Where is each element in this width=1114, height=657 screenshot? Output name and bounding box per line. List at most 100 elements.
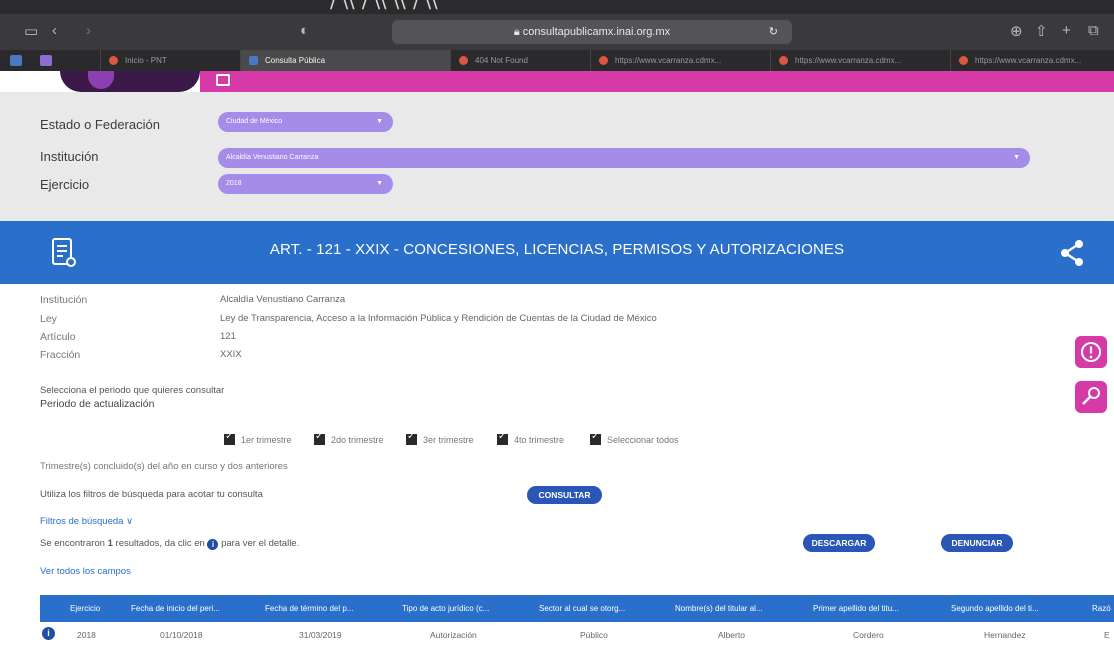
alert-icon [1081,342,1101,362]
cell-razon: E [1104,630,1110,640]
new-tab-icon[interactable]: + [1062,22,1071,39]
info-institucion-label: Institución [40,294,88,306]
lock-icon: 🔒︎ [513,26,523,38]
site-header-band [200,71,1114,92]
window-top-text: / \\ / \\ \\ / \\ [330,0,439,12]
column-header[interactable]: Tipo de acto jurídico (c... [402,595,530,622]
mail-icon[interactable] [40,55,52,66]
ejercicio-select[interactable]: 2018 ▼ [218,174,393,194]
cell-tipo-acto: Autorización [430,630,477,640]
periodo-note: Trimestre(s) concluido(s) del año en cur… [40,461,288,472]
sidebar-icon[interactable]: ▭ [24,22,38,40]
estado-label: Estado o Federación [40,117,160,132]
tools-button[interactable] [1075,381,1107,413]
favicon-icon [459,56,468,65]
ejercicio-label: Ejercicio [40,177,90,192]
forward-icon[interactable]: › [86,22,91,39]
descargar-button[interactable]: DESCARGAR [803,534,875,552]
info-icon: i [207,539,219,550]
reload-icon[interactable]: ↻ [769,20,778,44]
search-hint: Utiliza los filtros de búsqueda para aco… [40,489,263,500]
info-fraccion-label: Fracción [40,349,81,361]
institucion-select[interactable]: Alcaldía Venustiano Carranza ▼ [218,148,1030,168]
check-3er-trimestre[interactable]: 3er trimestre [406,431,474,445]
denunciar-button[interactable]: DENUNCIAR [941,534,1013,552]
info-articulo-label: Artículo [40,331,76,343]
favicon-icon [109,56,118,65]
periodo-prompt: Selecciona el periodo que quieres consul… [40,385,225,396]
tab-bar: Inicio - PNT Consulta Pública 404 Not Fo… [0,50,1114,71]
table-row[interactable]: i 2018 01/10/2018 31/03/2019 Autorizació… [0,622,1114,650]
browser-toolbar: ▭ ‹ › ◐ 🔒︎ consultapublicamx.inai.org.mx… [0,14,1114,50]
checkbox-icon [406,431,417,445]
tab-404[interactable]: 404 Not Found [450,50,590,71]
chevron-down-icon: ▼ [1013,154,1020,161]
column-header[interactable]: Nombre(s) del titular al... [675,595,803,622]
checkbox-icon [314,431,325,445]
consultar-button[interactable]: CONSULTAR [527,486,602,504]
estado-select[interactable]: Ciudad de México ▼ [218,112,393,132]
results-summary: Se encontraron 1 resultados, da clic en … [40,538,300,550]
cell-fecha-termino: 31/03/2019 [299,630,342,640]
filtros-busqueda-toggle[interactable]: Filtros de búsqueda ∨ [40,516,133,527]
info-institucion-value: Alcaldía Venustiano Carranza [220,294,346,305]
cell-nombre: Alberto [718,630,745,640]
info-articulo-value: 121 [220,331,236,342]
ver-todos-link[interactable]: Ver todos los campos [40,566,131,577]
chevron-down-icon: ▼ [376,118,383,125]
check-4to-trimestre[interactable]: 4to trimestre [497,431,564,445]
tab-vcarranza-3[interactable]: https://www.vcarranza.cdmx... [950,50,1114,71]
check-1er-trimestre[interactable]: 1er trimestre [224,431,292,445]
results-count: 1 [107,538,113,549]
cell-ejercicio: 2018 [77,630,96,640]
favicon-icon [959,56,968,65]
chevron-down-icon: ▼ [376,180,383,187]
wrench-icon [1082,387,1100,405]
tabs-overview-icon[interactable]: ⧉ [1088,22,1099,39]
favicon-icon [779,56,788,65]
section-banner: ART. - 121 - XXIX - CONCESIONES, LICENCI… [0,221,1114,284]
cell-fecha-inicio: 01/10/2018 [160,630,203,640]
privacy-icon[interactable]: ◐ [300,22,309,39]
column-header[interactable]: Razó [1092,595,1114,622]
column-header[interactable]: Segundo apellido del ti... [951,595,1079,622]
info-ley-value: Ley de Transparencia, Acceso a la Inform… [220,313,657,324]
bookmark-icon[interactable] [10,55,22,66]
back-icon[interactable]: ‹ [52,22,57,39]
favicon-icon [599,56,608,65]
tab-vcarranza-2[interactable]: https://www.vcarranza.cdmx... [770,50,950,71]
tab-vcarranza-1[interactable]: https://www.vcarranza.cdmx... [590,50,770,71]
download-icon[interactable]: ⊕ [1010,22,1023,40]
favicon-icon [249,56,258,65]
alert-button[interactable] [1075,336,1107,368]
check-seleccionar-todos[interactable]: Seleccionar todos [590,431,679,445]
tab-consulta-publica[interactable]: Consulta Pública [240,50,450,71]
checkbox-icon [497,431,508,445]
tab-inicio-pnt[interactable]: Inicio - PNT [100,50,240,71]
checkbox-icon [590,431,601,445]
column-header[interactable]: Fecha de término del p... [265,595,393,622]
column-header[interactable]: Sector al cual se otorg... [539,595,667,622]
column-header[interactable]: Fecha de inicio del peri... [131,595,259,622]
cell-segundo-apellido: Hernandez [984,630,1026,640]
share-browser-icon[interactable]: ⇧ [1035,22,1048,40]
url-text: consultapublicamx.inai.org.mx [522,26,671,38]
periodo-label: Periodo de actualización [40,398,155,410]
site-logo[interactable] [60,71,200,92]
check-2do-trimestre[interactable]: 2do trimestre [314,431,384,445]
institucion-label: Institución [40,149,99,164]
filters-panel: Estado o Federación Ciudad de México ▼ In… [0,92,1114,221]
url-bar[interactable]: 🔒︎ consultapublicamx.inai.org.mx ↻ [392,20,792,44]
column-header[interactable]: Ejercicio [70,595,100,622]
column-header[interactable]: Primer apellido del titu... [813,595,941,622]
banner-title: ART. - 121 - XXIX - CONCESIONES, LICENCI… [269,241,845,258]
cell-sector: Público [580,630,608,640]
cell-primer-apellido: Cordero [853,630,884,640]
share-icon[interactable] [1060,240,1084,266]
info-fraccion-value: XXIX [220,349,242,360]
calendar-icon[interactable] [216,74,230,86]
info-ley-label: Ley [40,313,57,325]
table-header: Ejercicio Fecha de inicio del peri... Fe… [40,595,1114,622]
checkbox-icon [224,431,235,445]
info-icon[interactable]: i [42,627,55,640]
